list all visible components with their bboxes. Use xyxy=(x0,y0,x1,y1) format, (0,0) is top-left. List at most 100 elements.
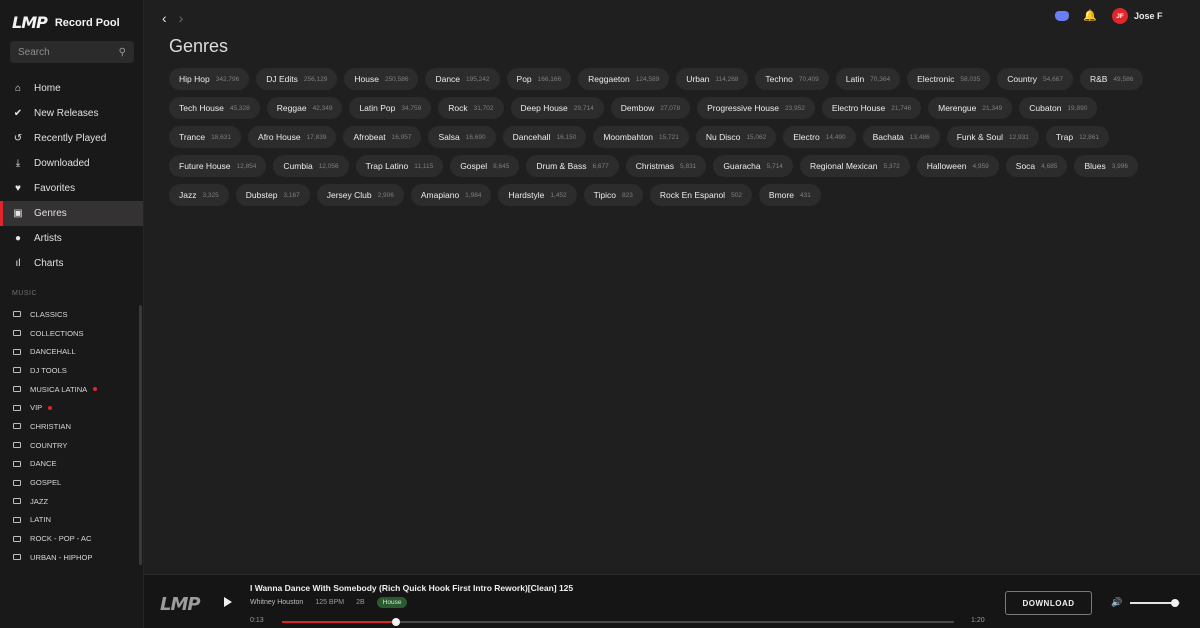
genre-chip[interactable]: Trance 18,631 xyxy=(169,126,242,148)
genre-chip[interactable]: Soca 4,685 xyxy=(1005,155,1068,177)
folder-item[interactable]: CLASSICS xyxy=(0,305,140,324)
genre-chip[interactable]: Gospel 8,645 xyxy=(450,155,520,177)
avatar[interactable]: JF xyxy=(1112,8,1128,24)
genre-chip[interactable]: Dubstep 3,167 xyxy=(235,184,310,206)
search-input[interactable] xyxy=(18,46,114,58)
genre-chip[interactable]: Dance 195,242 xyxy=(425,68,500,90)
genre-chip[interactable]: Hardstyle 1,452 xyxy=(498,184,577,206)
sidebar-item-genres[interactable]: ▣ Genres xyxy=(0,201,143,226)
genre-chip[interactable]: Pop 166,166 xyxy=(506,68,572,90)
sidebar-item-new-releases[interactable]: ✔ New Releases xyxy=(0,101,143,126)
folder-item[interactable]: ROCK - POP - AC xyxy=(0,529,140,548)
genre-chip[interactable]: Reggaeton 124,589 xyxy=(578,68,670,90)
genre-chip[interactable]: Jersey Club 2,906 xyxy=(316,184,404,206)
folder-item[interactable]: GOSPEL xyxy=(0,473,140,492)
genre-chip[interactable]: Jazz 3,325 xyxy=(169,184,229,206)
track-genre-tag[interactable]: House xyxy=(376,597,408,608)
genre-chip[interactable]: Blues 3,996 xyxy=(1074,155,1138,177)
genre-chip[interactable]: Urban 114,268 xyxy=(676,68,749,90)
genre-chip[interactable]: Nu Disco 15,062 xyxy=(695,126,777,148)
genre-chip[interactable]: R&B 49,586 xyxy=(1079,68,1144,90)
genre-chip[interactable]: Deep House 29,714 xyxy=(510,97,604,119)
sidebar-item-recently-played[interactable]: ↺ Recently Played xyxy=(0,126,143,151)
genre-chip[interactable]: Cubaton 19,890 xyxy=(1019,97,1098,119)
progress-handle[interactable] xyxy=(392,618,401,626)
play-icon[interactable] xyxy=(224,597,232,607)
genre-chip[interactable]: Dembow 27,078 xyxy=(610,97,691,119)
genre-chip[interactable]: Merengue 21,349 xyxy=(928,97,1013,119)
forward-arrow-icon[interactable]: › xyxy=(179,10,184,26)
genre-chip[interactable]: Halloween 4,959 xyxy=(916,155,999,177)
brand[interactable]: LMP Record Pool xyxy=(12,13,120,32)
volume-handle[interactable] xyxy=(1171,599,1179,607)
genre-chip[interactable]: Electro House 21,746 xyxy=(821,97,922,119)
genre-chip[interactable]: Bmore 431 xyxy=(758,184,821,206)
genre-chip[interactable]: Amapiano 1,984 xyxy=(410,184,492,206)
genre-chip[interactable]: Tech House 45,328 xyxy=(169,97,260,119)
folder-item[interactable]: VIP xyxy=(0,398,140,417)
genre-chip[interactable]: Bachata 13,486 xyxy=(862,126,940,148)
genre-chip[interactable]: Tipico 823 xyxy=(583,184,643,206)
folder-item[interactable]: LATIN xyxy=(0,511,140,530)
bell-icon[interactable]: 🔔 xyxy=(1083,9,1097,22)
genre-chip[interactable]: Afrobeat 16,957 xyxy=(343,126,422,148)
genre-chip[interactable]: Progressive House 23,952 xyxy=(697,97,815,119)
sidebar-item-downloaded[interactable]: ⤓ Downloaded xyxy=(0,151,143,176)
volume-slider[interactable] xyxy=(1130,599,1180,607)
sidebar-item-home[interactable]: ⌂ Home xyxy=(0,76,143,101)
genre-chip[interactable]: Trap 12,861 xyxy=(1045,126,1109,148)
sidebar-item-charts[interactable]: ıl Charts xyxy=(0,251,143,276)
genre-name: DJ Edits xyxy=(266,74,298,84)
genre-chip[interactable]: Rock En Espanol 502 xyxy=(649,184,752,206)
genre-name: Reggae xyxy=(276,103,307,113)
genre-chip[interactable]: Cumbia 12,056 xyxy=(273,155,349,177)
user-name[interactable]: Jose F xyxy=(1134,11,1163,21)
genre-chip[interactable]: Drum & Bass 6,677 xyxy=(526,155,619,177)
search-icon[interactable]: ⚲ xyxy=(119,47,126,58)
genre-chip[interactable]: Electronic 58,035 xyxy=(907,68,991,90)
discord-icon[interactable] xyxy=(1055,11,1069,21)
genre-chip[interactable]: Latin 70,364 xyxy=(835,68,901,90)
folder-item[interactable]: DJ TOOLS xyxy=(0,361,140,380)
genre-chip[interactable]: Guaracha 5,714 xyxy=(713,155,793,177)
genre-chip[interactable]: House 250,586 xyxy=(344,68,419,90)
folder-item[interactable]: COLLECTIONS xyxy=(0,324,140,343)
sidebar-item-artists[interactable]: ● Artists xyxy=(0,226,143,251)
back-arrow-icon[interactable]: ‹ xyxy=(162,10,167,26)
folder-item[interactable]: DANCEHALL xyxy=(0,342,140,361)
track-artist[interactable]: Whitney Houston xyxy=(250,599,303,606)
genre-chip[interactable]: Country 54,667 xyxy=(997,68,1073,90)
genre-chip[interactable]: Funk & Soul 12,931 xyxy=(946,126,1039,148)
genre-chip[interactable]: Reggae 42,349 xyxy=(266,97,343,119)
genre-name: Trap xyxy=(1055,132,1074,142)
progress-bar[interactable] xyxy=(282,618,954,626)
genre-count: 17,839 xyxy=(306,133,327,141)
sidebar-scrollbar[interactable] xyxy=(139,305,142,565)
genre-chip[interactable]: Future House 12,854 xyxy=(169,155,267,177)
genre-chip[interactable]: Techno 70,409 xyxy=(755,68,829,90)
genre-chip[interactable]: Dancehall 16,150 xyxy=(502,126,587,148)
volume-icon[interactable]: 🔊 xyxy=(1111,597,1122,608)
sidebar-item-favorites[interactable]: ♥ Favorites xyxy=(0,176,143,201)
genre-chip[interactable]: DJ Edits 256,129 xyxy=(256,68,338,90)
genre-name: Latin xyxy=(845,74,865,84)
folder-item[interactable]: CHRISTIAN xyxy=(0,417,140,436)
genre-chip[interactable]: Electro 14,490 xyxy=(783,126,856,148)
genre-chip[interactable]: Trap Latino 11,115 xyxy=(355,155,444,177)
genre-chip[interactable]: Christmas 5,831 xyxy=(625,155,707,177)
folder-item[interactable]: JAZZ xyxy=(0,492,140,511)
genre-chip[interactable]: Afro House 17,839 xyxy=(248,126,337,148)
folder-item[interactable]: URBAN - HIPHOP xyxy=(0,548,140,567)
genre-chip[interactable]: Latin Pop 34,759 xyxy=(349,97,432,119)
track-title[interactable]: I Wanna Dance With Somebody (Rich Quick … xyxy=(250,583,573,593)
genre-chip[interactable]: Rock 31,702 xyxy=(438,97,504,119)
genre-chip[interactable]: Hip Hop 342,796 xyxy=(169,68,250,90)
folder-item[interactable]: COUNTRY xyxy=(0,436,140,455)
genre-chip[interactable]: Moombahton 15,721 xyxy=(593,126,689,148)
genre-chip[interactable]: Regional Mexican 5,372 xyxy=(799,155,910,177)
folder-item[interactable]: DANCE xyxy=(0,455,140,474)
brand-name: Record Pool xyxy=(54,16,120,29)
download-button[interactable]: DOWNLOAD xyxy=(1005,591,1092,615)
genre-chip[interactable]: Salsa 16,690 xyxy=(428,126,496,148)
folder-item[interactable]: MUSICA LATINA xyxy=(0,380,140,399)
